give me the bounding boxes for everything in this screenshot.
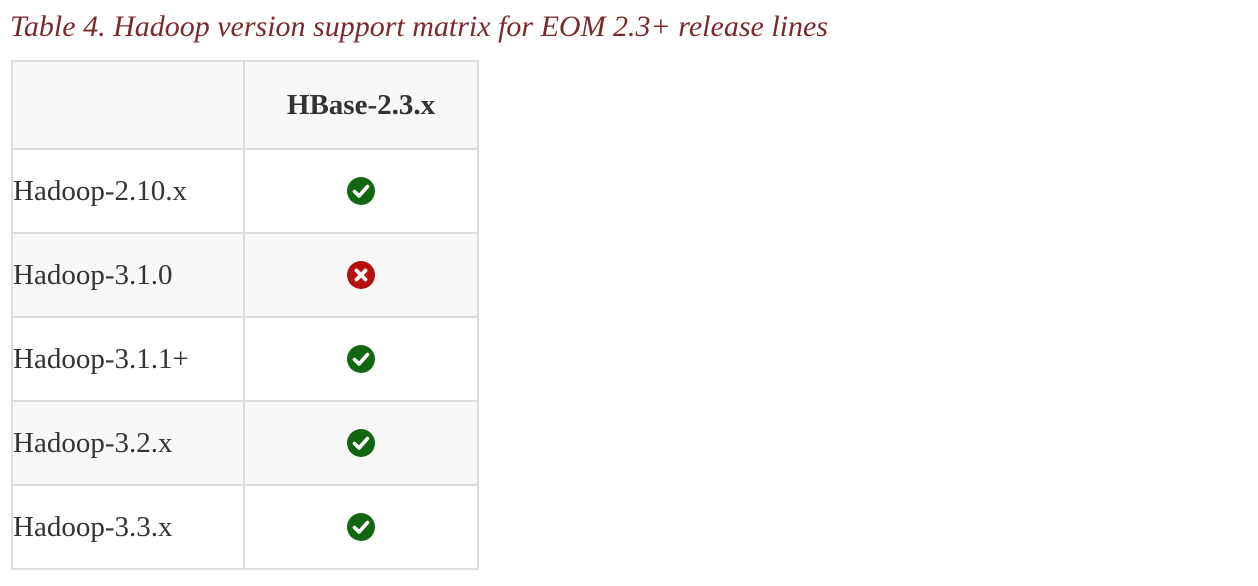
table-row: Hadoop-3.2.x xyxy=(11,400,479,486)
status-cell xyxy=(243,232,479,318)
check-circle-icon xyxy=(347,177,375,205)
table-row: Hadoop-3.1.1+ xyxy=(11,316,479,402)
status-cell xyxy=(243,484,479,570)
column-header-hbase: HBase-2.3.x xyxy=(243,60,479,150)
x-circle-icon xyxy=(347,261,375,289)
check-circle-icon xyxy=(347,429,375,457)
table-row: Hadoop-3.3.x xyxy=(11,484,479,570)
table-caption: Table 4. Hadoop version support matrix f… xyxy=(10,10,828,43)
table-header-row: HBase-2.3.x xyxy=(11,60,479,150)
table-row: Hadoop-3.1.0 xyxy=(11,232,479,318)
support-matrix-table: HBase-2.3.x Hadoop-2.10.x Hadoop-3.1.0 H… xyxy=(11,60,479,570)
status-cell xyxy=(243,148,479,234)
row-label: Hadoop-3.1.0 xyxy=(11,232,245,318)
row-label: Hadoop-2.10.x xyxy=(11,148,245,234)
check-circle-icon xyxy=(347,345,375,373)
corner-header-cell xyxy=(11,60,245,150)
status-cell xyxy=(243,400,479,486)
status-cell xyxy=(243,316,479,402)
row-label: Hadoop-3.1.1+ xyxy=(11,316,245,402)
row-label: Hadoop-3.3.x xyxy=(11,484,245,570)
row-label: Hadoop-3.2.x xyxy=(11,400,245,486)
check-circle-icon xyxy=(347,513,375,541)
table-row: Hadoop-2.10.x xyxy=(11,148,479,234)
